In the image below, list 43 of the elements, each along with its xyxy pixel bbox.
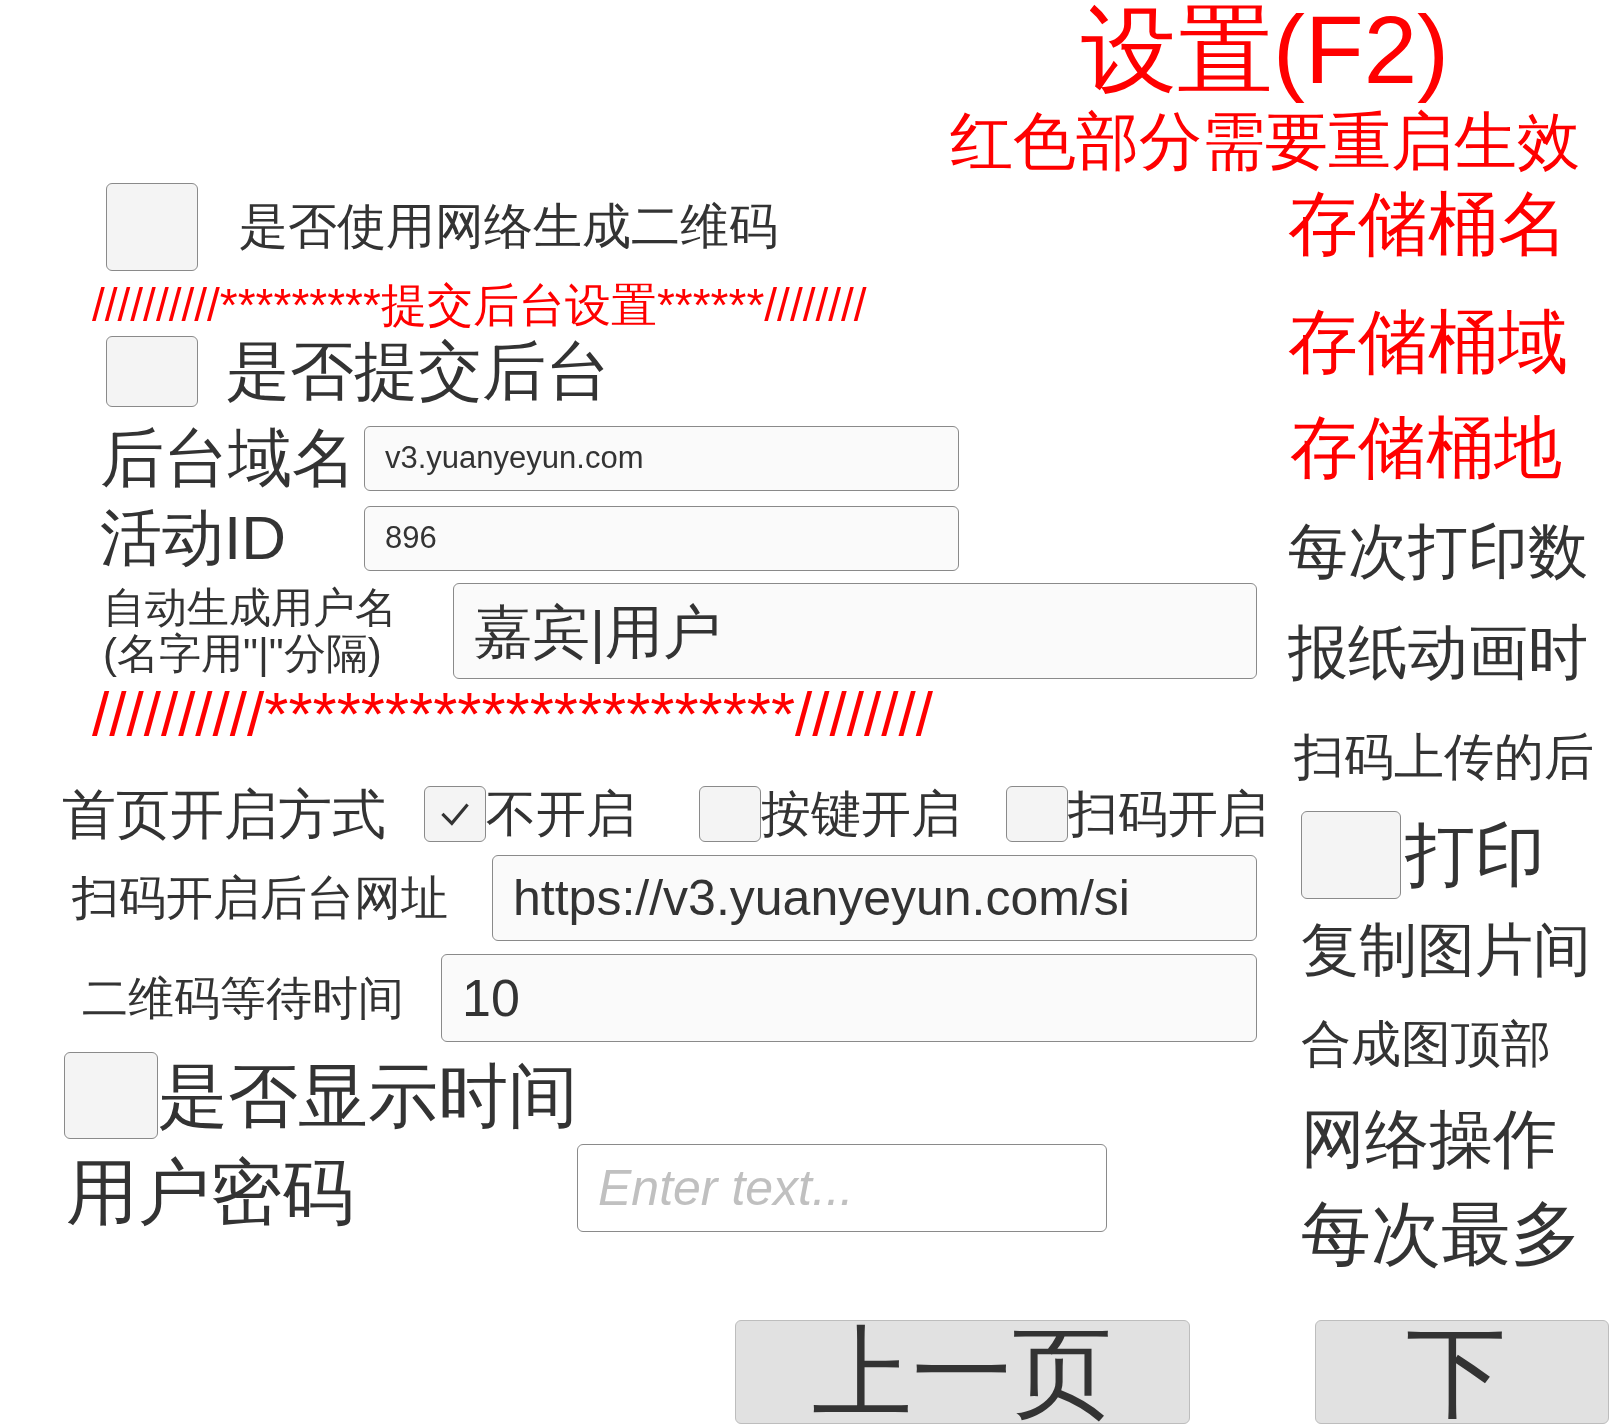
checkbox[interactable] — [1006, 786, 1068, 842]
section-divider: //////////**********************//////// — [92, 683, 934, 745]
field-label: 扫码开启后台网址 — [72, 869, 449, 926]
setting-label: 复制图片间 — [1301, 922, 1592, 978]
setting-label: 每次打印数 — [1288, 521, 1589, 583]
radio-label: 扫码开启 — [1068, 786, 1268, 842]
input-field[interactable]: 嘉宾|用户 — [453, 583, 1257, 679]
setting-label: 合成图顶部 — [1301, 1018, 1552, 1070]
checkbox[interactable] — [106, 335, 198, 407]
previous-page-button[interactable]: 上一页 — [735, 1320, 1190, 1424]
checkbox[interactable] — [424, 786, 486, 842]
checkbox-label: 是否提交后台 — [226, 335, 610, 407]
input-field[interactable]: https://v3.yuanyeyun.com/si — [492, 855, 1257, 941]
next-page-button[interactable]: 下 — [1314, 1320, 1609, 1424]
checkbox[interactable] — [699, 786, 761, 842]
password-field[interactable]: Enter text... — [577, 1144, 1107, 1232]
checkbox[interactable] — [106, 183, 198, 271]
checkbox-label: 是否显示时间 — [158, 1055, 578, 1136]
setting-label: 存储桶名 — [1288, 188, 1569, 260]
checkbox-label: 是否使用网络生成二维码 — [239, 198, 778, 256]
radio-label: 不开启 — [486, 786, 636, 842]
setting-label: 扫码上传的后 — [1294, 732, 1594, 783]
field-hint: (名字用"|"分隔) — [103, 631, 383, 677]
checkbox-label: 打印 — [1405, 817, 1545, 893]
setting-label: 网络操作 — [1301, 1106, 1558, 1172]
setting-label: 报纸动画时 — [1288, 624, 1589, 681]
field-label: 活动ID — [100, 505, 287, 571]
input-field[interactable]: 10 — [441, 954, 1257, 1042]
field-label: 首页开启方式 — [62, 785, 387, 843]
field-label: 自动生成用户名 — [103, 585, 398, 631]
radio-label: 按键开启 — [761, 786, 961, 842]
input-field[interactable]: v3.yuanyeyun.com — [364, 425, 959, 491]
setting-label: 每次最多 — [1301, 1198, 1582, 1270]
checkbox[interactable] — [64, 1052, 158, 1139]
checkbox[interactable] — [1301, 811, 1401, 899]
field-label: 后台域名 — [100, 425, 357, 491]
setting-label: 存储桶域 — [1288, 306, 1569, 378]
section-divider: //////////*********提交后台设置******//////// — [92, 281, 868, 329]
field-label: 用户密码 — [66, 1154, 355, 1230]
input-field[interactable]: 896 — [364, 505, 959, 571]
field-label: 二维码等待时间 — [82, 970, 405, 1026]
setting-label: 存储桶地 — [1290, 414, 1563, 480]
restart-note: 红色部分需要重启生效 — [950, 106, 1580, 176]
